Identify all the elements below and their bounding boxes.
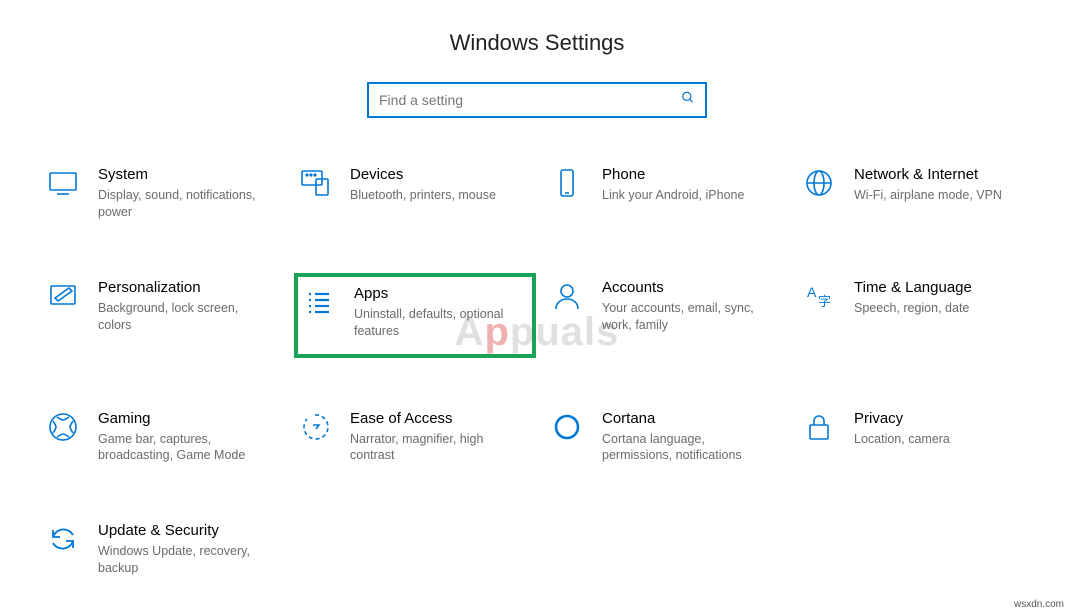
tile-phone[interactable]: Phone Link your Android, iPhone bbox=[546, 160, 788, 227]
privacy-icon bbox=[802, 410, 836, 444]
tile-desc: Cortana language, permissions, notificat… bbox=[602, 431, 772, 465]
tile-desc: Your accounts, email, sync, work, family bbox=[602, 300, 772, 334]
tile-title: Phone bbox=[602, 166, 744, 184]
tile-title: System bbox=[98, 166, 268, 184]
ease-of-access-icon bbox=[298, 410, 332, 444]
tile-desc: Narrator, magnifier, high contrast bbox=[350, 431, 520, 465]
search-box[interactable] bbox=[367, 82, 707, 118]
tile-desc: Location, camera bbox=[854, 431, 950, 448]
tile-apps[interactable]: Apps Uninstall, defaults, optional featu… bbox=[294, 273, 536, 358]
tile-title: Cortana bbox=[602, 410, 772, 428]
tile-cortana[interactable]: Cortana Cortana language, permissions, n… bbox=[546, 404, 788, 471]
tile-ease-of-access[interactable]: Ease of Access Narrator, magnifier, high… bbox=[294, 404, 536, 471]
svg-text:A: A bbox=[807, 284, 817, 300]
settings-grid: System Display, sound, notifications, po… bbox=[0, 160, 1074, 583]
tile-update-security[interactable]: Update & Security Windows Update, recove… bbox=[42, 516, 284, 583]
tile-title: Time & Language bbox=[854, 279, 972, 297]
update-security-icon bbox=[46, 522, 80, 556]
tile-system[interactable]: System Display, sound, notifications, po… bbox=[42, 160, 284, 227]
tile-desc: Background, lock screen, colors bbox=[98, 300, 268, 334]
tile-title: Accounts bbox=[602, 279, 772, 297]
phone-icon bbox=[550, 166, 584, 200]
tile-accounts[interactable]: Accounts Your accounts, email, sync, wor… bbox=[546, 273, 788, 358]
devices-icon bbox=[298, 166, 332, 200]
tile-desc: Game bar, captures, broadcasting, Game M… bbox=[98, 431, 268, 465]
tile-devices[interactable]: Devices Bluetooth, printers, mouse bbox=[294, 160, 536, 227]
time-language-icon: A字 bbox=[802, 279, 836, 313]
apps-icon bbox=[302, 285, 336, 319]
tile-privacy[interactable]: Privacy Location, camera bbox=[798, 404, 1040, 471]
tile-desc: Windows Update, recovery, backup bbox=[98, 543, 268, 577]
tile-desc: Bluetooth, printers, mouse bbox=[350, 187, 496, 204]
search-input[interactable] bbox=[369, 84, 705, 116]
tile-network[interactable]: Network & Internet Wi-Fi, airplane mode,… bbox=[798, 160, 1040, 227]
tile-time-language[interactable]: A字 Time & Language Speech, region, date bbox=[798, 273, 1040, 358]
tile-desc: Speech, region, date bbox=[854, 300, 972, 317]
search-icon bbox=[681, 91, 695, 110]
tile-title: Apps bbox=[354, 285, 524, 303]
tile-title: Personalization bbox=[98, 279, 268, 297]
tile-personalization[interactable]: Personalization Background, lock screen,… bbox=[42, 273, 284, 358]
tile-title: Update & Security bbox=[98, 522, 268, 540]
search-container bbox=[0, 82, 1074, 118]
attribution-text: wsxdn.com bbox=[1014, 599, 1064, 610]
cortana-icon bbox=[550, 410, 584, 444]
system-icon bbox=[46, 166, 80, 200]
tile-title: Gaming bbox=[98, 410, 268, 428]
accounts-icon bbox=[550, 279, 584, 313]
page-title: Windows Settings bbox=[0, 30, 1074, 56]
tile-title: Privacy bbox=[854, 410, 950, 428]
tile-desc: Link your Android, iPhone bbox=[602, 187, 744, 204]
tile-desc: Uninstall, defaults, optional features bbox=[354, 306, 524, 340]
svg-text:字: 字 bbox=[818, 294, 831, 309]
tile-gaming[interactable]: Gaming Game bar, captures, broadcasting,… bbox=[42, 404, 284, 471]
tile-title: Devices bbox=[350, 166, 496, 184]
network-icon bbox=[802, 166, 836, 200]
tile-desc: Display, sound, notifications, power bbox=[98, 187, 268, 221]
tile-title: Ease of Access bbox=[350, 410, 520, 428]
gaming-icon bbox=[46, 410, 80, 444]
personalization-icon bbox=[46, 279, 80, 313]
tile-title: Network & Internet bbox=[854, 166, 1002, 184]
tile-desc: Wi-Fi, airplane mode, VPN bbox=[854, 187, 1002, 204]
